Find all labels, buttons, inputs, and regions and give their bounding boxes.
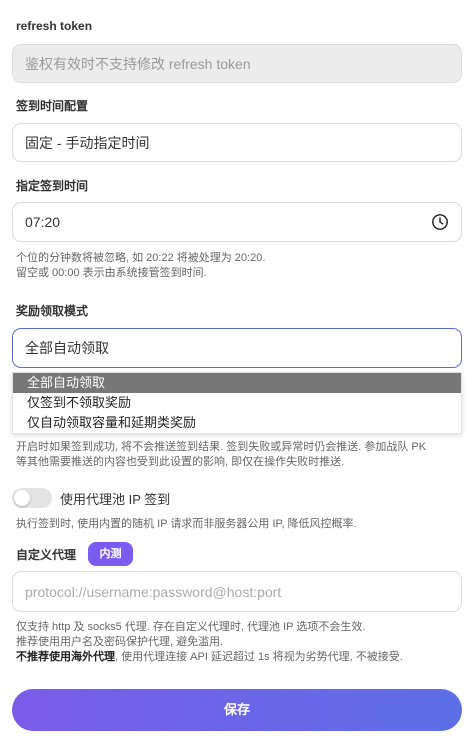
reward-mode-hint-2: 等其他需要推送的内容也受到此设置的影响, 即仅在操作失败时推送. [16,456,345,468]
custom-proxy-hint-rest: , 使用代理连接 API 延迟超过 1s 将视为劣势代理, 不被接受. [115,651,403,663]
reward-mode-option[interactable]: 仅自动领取容量和延期类奖励 [13,413,461,433]
clock-icon[interactable] [431,213,449,231]
checkin-config-select[interactable]: 固定 - 手动指定时间 [12,123,462,162]
reward-mode-dropdown: 全部自动领取 仅签到不领取奖励 仅自动领取容量和延期类奖励 [12,372,462,434]
reward-mode-option[interactable]: 仅签到不领取奖励 [13,393,461,413]
custom-proxy-input[interactable]: protocol://username:password@host:port [12,571,462,612]
custom-proxy-hint-bold: 不推荐使用海外代理 [16,651,115,663]
beta-badge: 内测 [88,542,133,566]
custom-proxy-label: 自定义代理 [16,548,77,562]
save-button[interactable]: 保存 [12,689,462,731]
reward-mode-option[interactable]: 全部自动领取 [13,373,461,393]
toggle-knob [14,490,30,506]
checkin-time-hint-2: 留空或 00:00 表示由系统接管签到时间. [16,267,207,279]
checkin-time-input[interactable]: 07:20 [12,202,462,242]
refresh-token-input: 鉴权有效时不支持修改 refresh token [12,44,462,83]
checkin-config-value: 固定 - 手动指定时间 [25,134,150,151]
refresh-token-label: refresh token [16,19,93,33]
reward-mode-hint-1: 开启时如果签到成功, 将不会推送签到结果. 签到失败或异常时仍会推送. 参加战队… [16,441,427,453]
proxy-pool-toggle[interactable] [12,488,52,508]
reward-mode-value: 全部自动领取 [25,340,109,356]
custom-proxy-hint-3: 不推荐使用海外代理, 使用代理连接 API 延迟超过 1s 将视为劣势代理, 不… [16,650,403,665]
reward-mode-select[interactable]: 全部自动领取 [12,328,462,368]
checkin-time-value: 07:20 [25,214,61,230]
checkin-time-label: 指定签到时间 [16,179,89,193]
proxy-pool-label: 使用代理池 IP 签到 [60,492,171,507]
checkin-config-label: 签到时间配置 [16,99,89,113]
checkin-time-hint-1: 个位的分钟数将被忽略, 如 20:22 将被处理为 20:20. [16,252,266,264]
proxy-pool-hint: 执行签到时, 使用内置的随机 IP 请求而非服务器公用 IP, 降低风控概率. [16,518,357,530]
custom-proxy-hint-2: 推荐使用用户名及密码保护代理, 避免滥用. [16,636,224,648]
reward-mode-label: 奖励领取模式 [16,304,89,318]
custom-proxy-hint-1: 仅支持 http 及 socks5 代理. 存在自定义代理时, 代理池 IP 选… [16,621,366,633]
